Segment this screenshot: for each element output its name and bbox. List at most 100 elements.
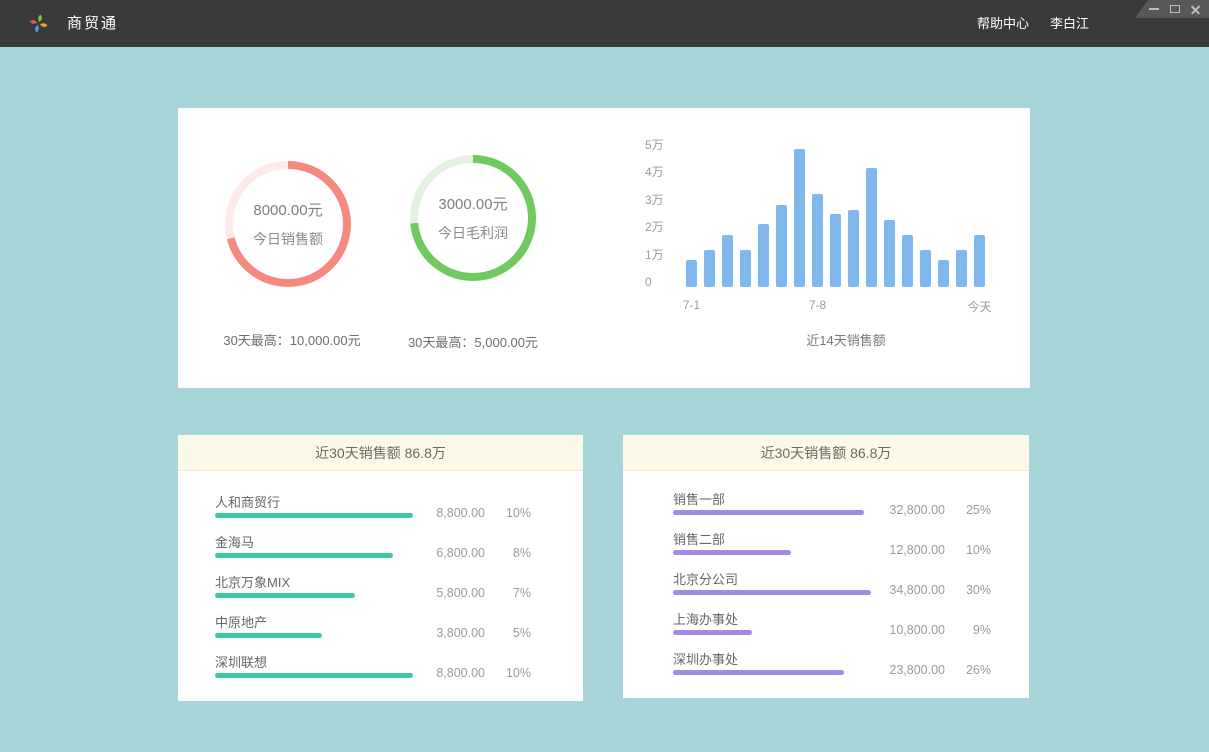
chart-bar — [974, 235, 985, 287]
ranking-item-amount: 34,800.00 — [865, 583, 945, 597]
ranking-item-bar — [215, 513, 413, 518]
ranking-row: 深圳联想 8,800.00 10% — [215, 652, 531, 692]
ranking-item-percent: 25% — [957, 503, 991, 517]
help-center-link[interactable]: 帮助中心 — [977, 0, 1029, 47]
y-tick-label: 5万 — [645, 137, 664, 153]
y-tick-label: 0 — [645, 274, 652, 290]
today-sales-value: 8000.00元 — [253, 199, 322, 220]
ranking-item-bar — [673, 630, 752, 635]
ranking-item-label: 深圳办事处 — [673, 649, 738, 668]
chart-bar — [740, 250, 751, 287]
department-ranking-title: 近30天销售额 86.8万 — [623, 435, 1029, 471]
ranking-item-bar — [673, 590, 871, 595]
ranking-item-values: 6,800.00 8% — [405, 546, 531, 560]
sales-14day-bar-chart — [686, 135, 996, 287]
ranking-item-amount: 10,800.00 — [865, 623, 945, 637]
ranking-item-amount: 6,800.00 — [405, 546, 485, 560]
ranking-item-label: 金海马 — [215, 532, 254, 551]
ranking-item-values: 10,800.00 9% — [865, 623, 991, 637]
ranking-item-bar — [215, 633, 322, 638]
chart-bar — [758, 224, 769, 287]
ranking-item-label: 中原地产 — [215, 612, 267, 631]
ranking-item-values: 3,800.00 5% — [405, 626, 531, 640]
overview-card: 8000.00元 今日销售额 3000.00元 今日毛利润 30天最高：10,0… — [178, 108, 1030, 388]
ranking-item-values: 32,800.00 25% — [865, 503, 991, 517]
department-ranking-card: 近30天销售额 86.8万 销售一部32,800.0025%销售二部12,800… — [623, 435, 1029, 698]
ranking-item-percent: 30% — [957, 583, 991, 597]
y-tick-label: 4万 — [645, 164, 664, 180]
ranking-row: 上海办事处 10,800.00 9% — [673, 609, 991, 649]
ranking-item-percent: 10% — [497, 666, 531, 680]
user-name-link[interactable]: 李白江 — [1050, 0, 1089, 47]
ranking-row: 中原地产 3,800.00 5% — [215, 612, 531, 652]
close-icon[interactable] — [1191, 5, 1200, 14]
x-tick-label: 今天 — [967, 298, 991, 315]
ranking-item-bar — [673, 670, 844, 675]
today-profit-label: 今日毛利润 — [438, 223, 508, 243]
minimize-icon[interactable] — [1149, 8, 1159, 10]
app-title: 商贸通 — [67, 0, 118, 47]
ranking-item-values: 8,800.00 10% — [405, 506, 531, 520]
today-profit-gauge: 3000.00元 今日毛利润 — [410, 155, 536, 281]
x-tick-label: 7-1 — [683, 298, 700, 312]
ranking-row: 销售一部32,800.0025% — [673, 489, 991, 529]
today-profit-value: 3000.00元 — [438, 193, 507, 214]
ranking-item-percent: 9% — [957, 623, 991, 637]
chart-bar — [956, 250, 967, 287]
sales-30day-max-caption: 30天最高：10,000.00元 — [192, 330, 392, 349]
app-logo-icon — [26, 11, 51, 36]
maximize-icon[interactable] — [1170, 5, 1180, 13]
customer-ranking-list: 人和商贸行8,800.0010%金海马6,800.008%北京万象MIX5,80… — [178, 471, 583, 692]
ranking-item-amount: 8,800.00 — [405, 506, 485, 520]
ranking-item-values: 8,800.00 10% — [405, 666, 531, 680]
ranking-row: 北京万象MIX5,800.007% — [215, 572, 531, 612]
ranking-item-label: 上海办事处 — [673, 609, 738, 628]
chart-title: 近14天销售额 — [686, 330, 1006, 349]
chart-bar — [866, 168, 877, 287]
ranking-row: 人和商贸行8,800.0010% — [215, 492, 531, 532]
ranking-item-amount: 12,800.00 — [865, 543, 945, 557]
y-tick-label: 1万 — [645, 247, 664, 263]
ranking-item-percent: 10% — [497, 506, 531, 520]
chart-bar — [794, 149, 805, 287]
ranking-item-percent: 26% — [957, 663, 991, 677]
chart-bar — [830, 214, 841, 287]
ranking-item-percent: 5% — [497, 626, 531, 640]
ranking-item-bar — [215, 593, 355, 598]
y-tick-label: 2万 — [645, 219, 664, 235]
department-ranking-list: 销售一部32,800.0025%销售二部12,800.0010%北京分公司34,… — [623, 471, 1029, 689]
ranking-row: 深圳办事处 23,800.00 26% — [673, 649, 991, 689]
ranking-item-label: 北京分公司 — [673, 569, 738, 588]
ranking-item-label: 销售二部 — [673, 529, 725, 548]
ranking-row: 北京分公司 34,800.00 30% — [673, 569, 991, 609]
customer-ranking-title: 近30天销售额 86.8万 — [178, 435, 583, 471]
window-controls — [1135, 0, 1209, 18]
ranking-item-percent: 8% — [497, 546, 531, 560]
ranking-item-label: 深圳联想 — [215, 652, 267, 671]
chart-bar — [902, 235, 913, 287]
chart-bar — [920, 250, 931, 287]
chart-bar — [938, 260, 949, 287]
ranking-item-percent: 10% — [957, 543, 991, 557]
chart-bar — [722, 235, 733, 287]
x-tick-label: 7-8 — [809, 298, 826, 312]
today-sales-label: 今日销售额 — [253, 229, 323, 249]
y-tick-label: 3万 — [645, 192, 664, 208]
ranking-item-values: 34,800.00 30% — [865, 583, 991, 597]
ranking-row: 金海马 6,800.00 8% — [215, 532, 531, 572]
ranking-item-bar — [215, 673, 413, 678]
ranking-item-label: 北京万象MIX — [215, 572, 290, 591]
ranking-item-amount: 8,800.00 — [405, 666, 485, 680]
chart-bar — [884, 220, 895, 287]
ranking-item-values: 12,800.00 10% — [865, 543, 991, 557]
ranking-item-amount: 32,800.00 — [865, 503, 945, 517]
customer-ranking-card: 近30天销售额 86.8万 人和商贸行8,800.0010%金海马6,800.0… — [178, 435, 583, 701]
chart-bar — [848, 210, 859, 287]
ranking-item-amount: 5,800.00 — [405, 586, 485, 600]
chart-bar — [704, 250, 715, 287]
ranking-item-amount: 23,800.00 — [865, 663, 945, 677]
chart-bar — [776, 205, 787, 287]
chart-bar — [812, 194, 823, 287]
chart-bar — [686, 260, 697, 287]
ranking-item-amount: 3,800.00 — [405, 626, 485, 640]
